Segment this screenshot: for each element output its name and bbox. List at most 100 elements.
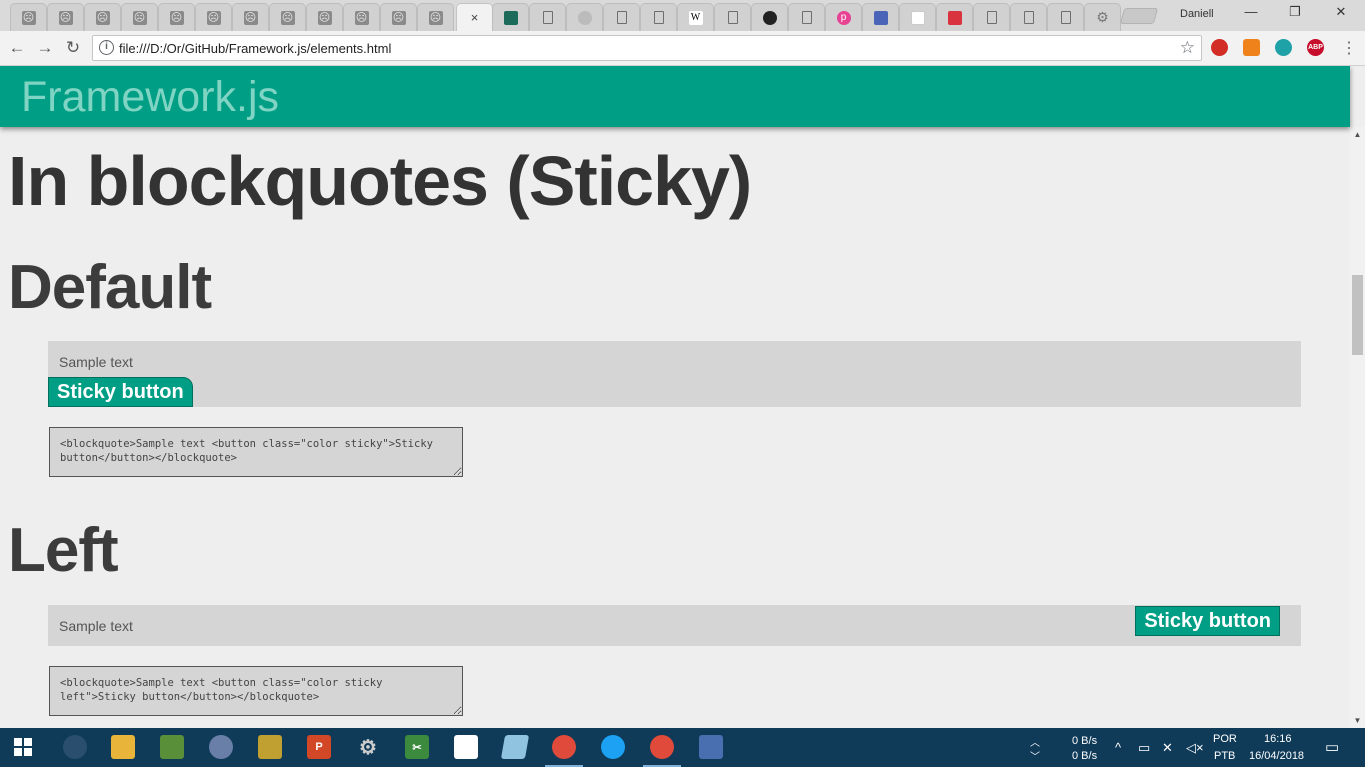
browser-tab[interactable] [566,3,603,31]
chrome-icon[interactable] [552,735,576,759]
sticky-button[interactable]: Sticky button [48,377,193,407]
tray-expand-up-icon[interactable]: ︿ [1030,734,1040,749]
scroll-up-arrow-icon[interactable]: ▲ [1350,127,1365,142]
document-icon [653,11,664,24]
browser-tab[interactable] [603,3,640,31]
paint-icon[interactable] [209,735,233,759]
scroll-down-arrow-icon[interactable]: ▼ [1350,713,1365,728]
sticky-notes-icon[interactable] [454,735,478,759]
page-scrollbar[interactable]: ▲ ▼ [1350,127,1365,728]
browser-tab[interactable] [306,3,343,31]
browser-tab[interactable]: W [677,3,714,31]
back-arrow-icon[interactable]: ← [6,37,28,59]
browser-tab[interactable] [492,3,529,31]
sync-icon[interactable] [1275,39,1292,56]
bookmark-star-icon[interactable]: ☆ [1180,38,1195,58]
notes-app-icon[interactable] [500,735,530,759]
volume-muted-icon[interactable]: ◁× [1186,740,1204,756]
uc-icon [947,10,962,25]
browser-tab[interactable] [788,3,825,31]
chrome-canary-icon[interactable] [650,735,674,759]
app-header: Framework.js [0,66,1350,127]
sticky-left-button[interactable]: Sticky button [1135,606,1280,636]
clock-date[interactable]: 16/04/2018 [1249,750,1304,762]
windows-start-icon[interactable] [12,736,34,758]
forward-arrow-icon[interactable]: → [34,37,56,59]
browser-tab[interactable] [1010,3,1047,31]
browser-tab[interactable] [158,3,195,31]
left-code-textarea[interactable] [49,666,463,716]
browser-tab[interactable] [195,3,232,31]
browser-menu-icon[interactable]: ⋮ [1341,38,1357,58]
default-code-textarea[interactable] [49,427,463,477]
browser-tab[interactable] [640,3,677,31]
browser-tab[interactable] [343,3,380,31]
windows-taskbar: P ⚙ ✂ ︿ ﹀ 0 B/s 0 B/s ^ ▭ ✕ ◁× POR PTB 1… [0,728,1365,767]
browser-tab[interactable] [936,3,973,31]
metamask-icon[interactable] [1243,39,1260,56]
browser-tab[interactable]: ⚙ [1084,3,1121,31]
browser-tab[interactable] [973,3,1010,31]
minimize-button[interactable]: — [1228,4,1274,19]
browser-tab[interactable] [899,3,936,31]
adblock-plus-icon[interactable]: ABP [1307,39,1324,56]
site-info-icon[interactable]: i [99,40,114,55]
lastpass-icon[interactable] [1211,39,1228,56]
sketch-tool-icon[interactable] [258,735,282,759]
sample-text: Sample text [59,354,133,370]
framework-favicon-icon [503,10,518,25]
close-tab-icon[interactable]: × [468,10,482,25]
browser-tab[interactable] [417,3,454,31]
show-hidden-icons-chevron-icon[interactable]: ^ [1115,740,1121,755]
browser-tab-strip: × W p ⚙ Daniell — ❐ ✕ [0,0,1365,31]
battery-icon[interactable]: ▭ [1138,740,1150,756]
browser-tab[interactable]: p [825,3,862,31]
notifications-icon[interactable]: ▭ [1325,738,1339,756]
steam-icon[interactable] [63,735,87,759]
restore-button[interactable]: ❐ [1272,4,1318,20]
browser-tab[interactable] [269,3,306,31]
sample-text: Sample text [59,618,133,634]
reload-icon[interactable]: ↻ [62,37,84,59]
new-tab-button[interactable] [1119,8,1159,24]
section-title: In blockquotes (Sticky) [8,142,752,220]
network-icon[interactable]: ✕ [1162,740,1173,756]
tray-expand-down-icon[interactable]: ﹀ [1030,748,1040,763]
sad-face-icon [280,10,295,25]
left-blockquote: Sample text Sticky button [48,605,1301,646]
sad-face-icon [169,10,184,25]
browser-tab[interactable] [714,3,751,31]
twitter-icon[interactable] [601,735,625,759]
browser-tab[interactable] [529,3,566,31]
browser-tab[interactable] [232,3,269,31]
address-bar[interactable]: i file:///D:/Or/GitHub/Framework.js/elem… [92,35,1202,61]
notepad-plus-icon[interactable] [160,735,184,759]
browser-tab[interactable] [751,3,788,31]
brand-title[interactable]: Framework.js [21,73,279,122]
browser-tab-active[interactable]: × [456,3,493,31]
document-icon [1060,11,1071,24]
profile-name[interactable]: Daniell [1180,8,1214,20]
browser-tab[interactable] [47,3,84,31]
tools-icon[interactable]: ✂ [405,735,429,759]
file-explorer-icon[interactable] [111,735,135,759]
clock-time[interactable]: 16:16 [1264,733,1292,745]
remote-desktop-icon[interactable] [699,735,723,759]
sad-face-icon [354,10,369,25]
powerpoint-icon[interactable]: P [307,735,331,759]
url-text[interactable]: file:///D:/Or/GitHub/Framework.js/elemen… [119,41,391,56]
browser-tab[interactable] [1047,3,1084,31]
browser-tab[interactable] [10,3,47,31]
browser-tab[interactable] [862,3,899,31]
browser-tab[interactable] [84,3,121,31]
page-viewport: Framework.js In blockquotes (Sticky) Def… [0,66,1365,728]
settings-gear-icon[interactable]: ⚙ [356,735,380,759]
close-window-button[interactable]: ✕ [1318,4,1364,20]
document-icon [1023,11,1034,24]
info-page-icon [910,10,925,25]
keyboard-layout[interactable]: PTB [1214,750,1235,762]
browser-tab[interactable] [380,3,417,31]
language-code[interactable]: POR [1213,733,1237,745]
scrollbar-thumb[interactable] [1352,275,1363,355]
browser-tab[interactable] [121,3,158,31]
